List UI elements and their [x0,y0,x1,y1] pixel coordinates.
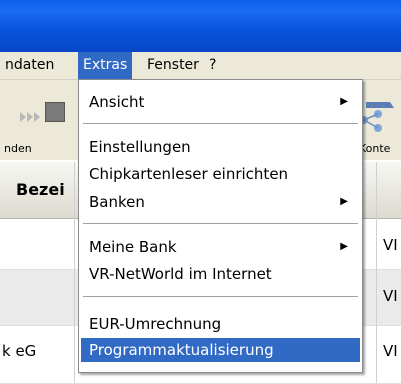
window-titlebar [0,0,401,52]
menu-separator [83,223,358,224]
menu-item-einstellungen[interactable]: Einstellungen [81,135,360,159]
menu-item-banken[interactable]: Banken ▶ [81,190,360,214]
column-header-bezeichnung[interactable]: Bezei [16,180,65,199]
menu-item-programmaktualisierung[interactable]: Programmaktualisierung [81,338,360,362]
extras-menu: Ansicht ▶ Einstellungen Chipkartenleser … [78,79,363,373]
menu-extras[interactable]: Extras [78,52,133,79]
menu-item-label: Banken [89,193,145,211]
menu-item-vr-networld-internet[interactable]: VR-NetWorld im Internet [81,262,360,286]
toolbar-label-left: nden [4,142,32,155]
menu-item-label: Chipkartenleser einrichten [89,165,289,183]
menu-separator [83,123,358,124]
column-divider [74,162,75,383]
toolbar-label-right: Konte [359,142,391,155]
network-icon[interactable] [358,98,398,134]
menu-item-label: Einstellungen [89,138,191,156]
menu-item-label: VR-NetWorld im Internet [89,265,272,283]
submenu-arrow-icon: ▶ [340,196,348,207]
menu-help[interactable]: ? [204,52,221,79]
submenu-arrow-icon: ▶ [340,241,348,252]
menu-item-eur-umrechnung[interactable]: EUR-Umrechnung [81,312,360,336]
stop-icon[interactable] [45,102,65,122]
menu-fenster[interactable]: Fenster [142,52,204,79]
menu-item-label: Programmaktualisierung [89,341,274,359]
menubar: ndaten Extras Fenster ? [0,52,401,80]
submenu-arrow-icon: ▶ [340,96,348,107]
table-cell: VI [383,342,398,360]
menu-item-label: Meine Bank [89,238,177,256]
menu-item-label: Ansicht [89,93,145,111]
column-divider [376,162,377,383]
table-cell: k eG [2,342,37,360]
table-cell: VI [383,287,398,305]
play-forward-icon[interactable] [20,110,42,124]
menu-separator [83,296,358,297]
menu-item-ansicht[interactable]: Ansicht ▶ [81,90,360,114]
menu-item-meine-bank[interactable]: Meine Bank ▶ [81,235,360,259]
menu-stammdaten[interactable]: ndaten [0,52,59,79]
menu-item-label: EUR-Umrechnung [89,315,222,333]
table-cell: VI [383,236,398,254]
menu-item-chipkartenleser[interactable]: Chipkartenleser einrichten [81,162,360,186]
